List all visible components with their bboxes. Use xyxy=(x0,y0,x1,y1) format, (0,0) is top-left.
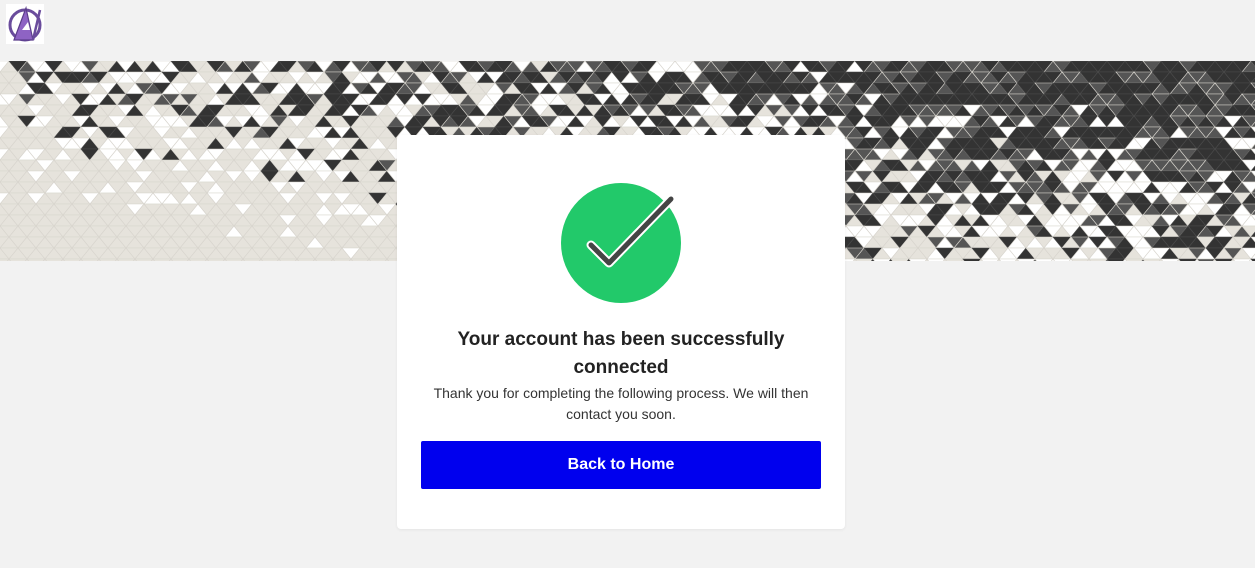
mosaic-triangle xyxy=(80,258,100,261)
mosaic-triangle xyxy=(170,258,190,261)
mosaic-triangle xyxy=(152,258,172,261)
mosaic-triangle xyxy=(206,258,226,261)
mosaic-triangle xyxy=(350,258,370,261)
mosaic-triangle xyxy=(98,258,118,261)
mosaic-triangle xyxy=(1106,258,1126,261)
mosaic-triangle xyxy=(1088,258,1108,261)
mosaic-triangle xyxy=(314,258,334,261)
mosaic-triangle xyxy=(134,258,154,261)
mosaic-triangle xyxy=(1052,258,1072,261)
mosaic-triangle xyxy=(368,258,388,261)
mosaic-triangle xyxy=(332,258,352,261)
mosaic-triangle xyxy=(1142,258,1162,261)
page: Your account has been successfully conne… xyxy=(0,0,1255,568)
mosaic-triangle xyxy=(1124,258,1144,261)
mosaic-triangle xyxy=(1214,258,1234,261)
mosaic-triangle xyxy=(1178,258,1198,261)
mosaic-triangle xyxy=(188,258,208,261)
mosaic-triangle xyxy=(872,258,892,261)
success-title: Your account has been successfully conne… xyxy=(457,329,785,378)
mosaic-triangle xyxy=(1196,258,1216,261)
mosaic-triangle xyxy=(62,258,82,261)
check-circle-icon xyxy=(561,183,681,303)
success-message: Thank you for completing the following p… xyxy=(433,385,809,422)
mosaic-triangle xyxy=(1160,258,1180,261)
mosaic-triangle xyxy=(980,258,1000,261)
mosaic-triangle xyxy=(1034,258,1054,261)
mosaic-triangle xyxy=(44,258,64,261)
mosaic-triangle xyxy=(944,258,964,261)
back-to-home-button[interactable]: Back to Home xyxy=(421,441,821,489)
mosaic-triangle xyxy=(854,258,874,261)
mosaic-triangle xyxy=(998,258,1018,261)
mosaic-triangle xyxy=(8,258,28,261)
mosaic-triangle xyxy=(1232,258,1252,261)
mosaic-triangle xyxy=(242,258,262,261)
mosaic-triangle xyxy=(908,258,928,261)
mosaic-triangle xyxy=(1070,258,1090,261)
mosaic-triangle xyxy=(1016,258,1036,261)
mosaic-triangle xyxy=(278,258,298,261)
avengers-logo-icon[interactable] xyxy=(6,4,44,44)
mosaic-triangle xyxy=(26,258,46,261)
mosaic-triangle xyxy=(962,258,982,261)
mosaic-triangle xyxy=(116,258,136,261)
success-card: Your account has been successfully conne… xyxy=(397,135,845,529)
mosaic-triangle xyxy=(296,258,316,261)
mosaic-triangle xyxy=(224,258,244,261)
mosaic-triangle xyxy=(260,258,280,261)
mosaic-triangle xyxy=(926,258,946,261)
mosaic-triangle xyxy=(890,258,910,261)
